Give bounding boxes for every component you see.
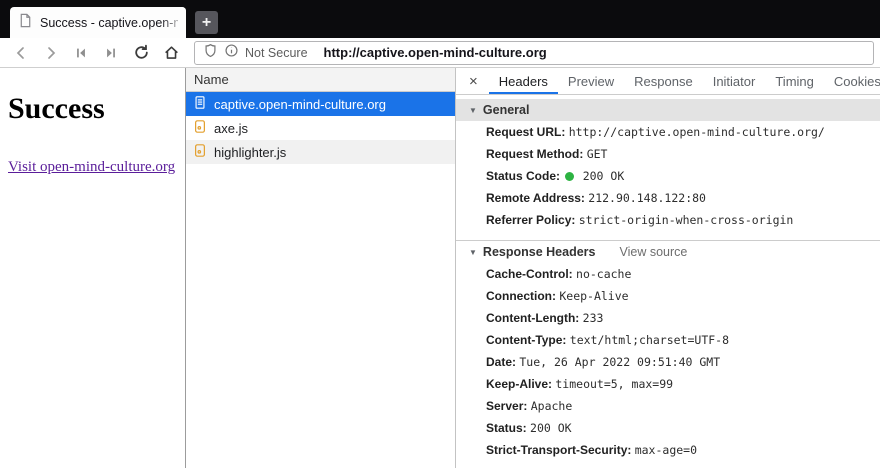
security-label: Not Secure <box>245 45 308 60</box>
header-value: 200 OK <box>530 421 572 435</box>
page-link[interactable]: Visit open-mind-culture.org <box>8 159 175 176</box>
header-value: 233 <box>582 311 604 325</box>
header-value: timeout=5, max=99 <box>555 377 674 391</box>
reload-button[interactable] <box>126 40 156 66</box>
header-value: 200 OK <box>582 169 625 183</box>
shield-icon[interactable] <box>203 43 218 63</box>
network-name-column-header[interactable]: Name <box>186 68 455 92</box>
header-row: Strict-Transport-Security: max-age=0 <box>456 439 880 461</box>
header-label: Date: <box>486 355 517 369</box>
header-value: 212.90.148.122:80 <box>588 191 706 205</box>
tab-response[interactable]: Response <box>624 68 703 94</box>
browser-tab[interactable]: Success - captive.open-min <box>10 7 186 38</box>
document-icon <box>193 95 207 113</box>
header-row: Server: Apache <box>456 395 880 417</box>
script-icon <box>193 119 207 137</box>
collapse-triangle-icon: ▼ <box>469 247 477 257</box>
tab-title: Success - captive.open-min <box>40 15 178 30</box>
forward-button[interactable] <box>36 40 66 66</box>
header-label: Request Method: <box>486 147 584 161</box>
header-value: strict-origin-when-cross-origin <box>578 213 794 227</box>
header-row: Keep-Alive: timeout=5, max=99 <box>456 373 880 395</box>
collapse-triangle-icon: ▼ <box>469 105 477 115</box>
header-value: GET <box>586 147 608 161</box>
tab-title-fade <box>160 7 186 38</box>
header-label: Content-Length: <box>486 311 580 325</box>
header-label: Status: <box>486 421 527 435</box>
network-request-row[interactable]: highlighter.js <box>186 140 455 164</box>
tab-bar: Success - captive.open-min + <box>0 0 880 38</box>
header-row: Referrer Policy: strict-origin-when-cros… <box>456 209 880 231</box>
main-area: Success Visit open-mind-culture.org Name… <box>0 68 880 468</box>
header-value: max-age=0 <box>634 443 698 457</box>
close-icon[interactable]: × <box>469 73 478 90</box>
section-header[interactable]: ▼ Response Headers View source <box>456 241 880 263</box>
header-row: Date: Tue, 26 Apr 2022 09:51:40 GMT <box>456 351 880 373</box>
header-value: Tue, 26 Apr 2022 09:51:40 GMT <box>519 355 721 369</box>
section-title: General <box>482 103 530 117</box>
header-value: http://captive.open-mind-culture.org/ <box>568 125 825 139</box>
tab-initiator[interactable]: Initiator <box>703 68 766 94</box>
header-row: Connection: Keep-Alive <box>456 285 880 307</box>
tab-headers[interactable]: Headers <box>489 68 558 94</box>
header-row: Content-Length: 233 <box>456 307 880 329</box>
new-tab-button[interactable]: + <box>195 11 218 34</box>
page-title: Success <box>8 92 105 125</box>
header-row: Request URL: http://captive.open-mind-cu… <box>456 121 880 143</box>
header-label: Cache-Control: <box>486 267 573 281</box>
header-label: Status Code: <box>486 169 561 183</box>
header-label: Strict-Transport-Security: <box>486 443 632 457</box>
headers-sections: ▼ General Request URL: http://captive.op… <box>456 99 880 461</box>
script-icon <box>193 143 207 161</box>
header-value: no-cache <box>576 267 632 281</box>
header-row: Status Code: 200 OK <box>456 165 880 187</box>
header-label: Referrer Policy: <box>486 213 576 227</box>
header-row: Status: 200 OK <box>456 417 880 439</box>
request-name: axe.js <box>214 120 248 136</box>
devtools-panel: Name captive.open-mind-culture.org axe.j… <box>185 68 880 468</box>
header-label: Server: <box>486 399 528 413</box>
page-content: Success Visit open-mind-culture.org <box>0 68 185 468</box>
home-button[interactable] <box>156 40 186 66</box>
tab-preview[interactable]: Preview <box>558 68 624 94</box>
request-name: highlighter.js <box>214 144 287 160</box>
network-request-row[interactable]: axe.js <box>186 116 455 140</box>
tab-timing[interactable]: Timing <box>765 68 824 94</box>
header-label: Connection: <box>486 289 556 303</box>
navigation-toolbar: Not Secure http://captive.open-mind-cult… <box>0 38 880 68</box>
network-request-list: Name captive.open-mind-culture.org axe.j… <box>186 68 456 468</box>
tab-cookies[interactable]: Cookies <box>824 68 880 94</box>
header-value: text/html;charset=UTF-8 <box>569 333 730 347</box>
url-text[interactable]: http://captive.open-mind-culture.org <box>324 45 547 60</box>
header-value: Apache <box>530 399 573 413</box>
header-label: Request URL: <box>486 125 566 139</box>
header-row: Remote Address: 212.90.148.122:80 <box>456 187 880 209</box>
view-source-link[interactable]: View source <box>619 245 687 259</box>
status-green-dot <box>565 172 575 181</box>
header-label: Remote Address: <box>486 191 585 205</box>
request-name: captive.open-mind-culture.org <box>214 96 386 112</box>
detail-tabs: × Headers Preview Response Initiator Timing C… <box>456 68 880 95</box>
section-header[interactable]: ▼ General <box>456 99 880 121</box>
request-detail-pane: × Headers Preview Response Initiator Timing C… <box>456 68 880 468</box>
header-label: Content-Type: <box>486 333 567 347</box>
info-icon[interactable] <box>224 43 239 63</box>
page-favicon-icon <box>18 13 33 33</box>
header-label: Keep-Alive: <box>486 377 553 391</box>
network-request-row[interactable]: captive.open-mind-culture.org <box>186 92 455 116</box>
header-value: Keep-Alive <box>559 289 629 303</box>
header-row: Cache-Control: no-cache <box>456 263 880 285</box>
header-row: Request Method: GET <box>456 143 880 165</box>
skip-back-icon[interactable] <box>66 40 96 66</box>
header-row: Content-Type: text/html;charset=UTF-8 <box>456 329 880 351</box>
url-bar[interactable]: Not Secure http://captive.open-mind-cult… <box>194 40 874 65</box>
skip-forward-icon[interactable] <box>96 40 126 66</box>
section-title: Response Headers <box>482 245 596 259</box>
back-button[interactable] <box>6 40 36 66</box>
